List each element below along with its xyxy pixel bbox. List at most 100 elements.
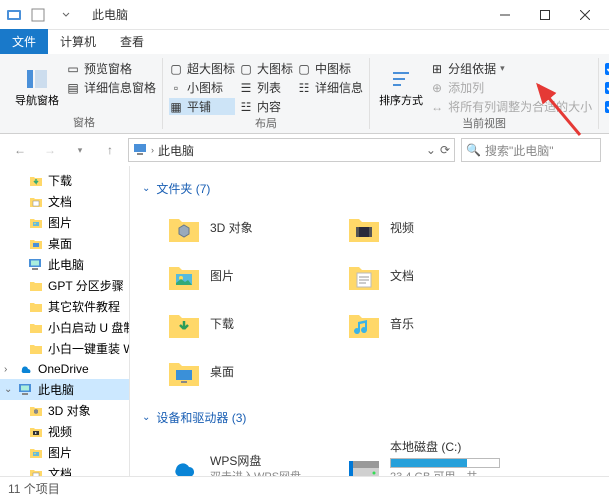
- details-pane-button[interactable]: ▤详细信息窗格: [66, 79, 156, 96]
- sidebar-item-6[interactable]: 其它软件教程: [0, 296, 129, 317]
- layout-content[interactable]: ☳内容: [239, 98, 293, 115]
- tab-file[interactable]: 文件: [0, 29, 48, 54]
- expand-icon[interactable]: ⌄: [4, 384, 14, 395]
- content-item-0-1[interactable]: 视频: [342, 207, 502, 251]
- checkbox-item-boxes[interactable]: 项目复选框: [605, 60, 609, 77]
- minimize-button[interactable]: [485, 1, 525, 29]
- item-icon-desktop: [166, 355, 202, 391]
- expand-icon[interactable]: ›: [4, 364, 14, 375]
- item-name: 文档: [390, 269, 414, 285]
- item-name: 本地磁盘 (C:): [390, 440, 500, 456]
- details-pane-icon: ▤: [66, 81, 80, 95]
- tree-label: 此电脑: [38, 381, 74, 398]
- layout-xl[interactable]: ▢超大图标: [169, 60, 235, 77]
- body: 下载文档图片桌面此电脑GPT 分区步骤其它软件教程小白启动 U 盘制作步小白一键…: [0, 166, 609, 476]
- layout-details[interactable]: ☷详细信息: [297, 79, 363, 96]
- tree-label: 3D 对象: [48, 402, 91, 419]
- tree-icon-pic: [28, 445, 44, 461]
- content-pane[interactable]: ⌄文件夹 (7) 3D 对象视频图片 文档下载 音乐桌面 ⌄设备和驱动器 (3) WPS网…: [130, 166, 609, 476]
- tree-icon-doc: [28, 466, 44, 477]
- qat-dropdown-icon[interactable]: [56, 5, 76, 25]
- tree-label: 视频: [48, 423, 72, 440]
- up-button[interactable]: ↑: [98, 138, 122, 162]
- autosize-button[interactable]: ↔将所有列调整为合适的大小: [430, 98, 592, 115]
- sidebar-item-12[interactable]: 视频: [0, 421, 129, 442]
- sidebar-item-14[interactable]: 文档: [0, 463, 129, 476]
- sidebar-item-7[interactable]: 小白启动 U 盘制作步: [0, 317, 129, 338]
- content-item-0-0[interactable]: 3D 对象: [162, 207, 322, 251]
- group-by-button[interactable]: ⊞分组依据▾: [430, 60, 592, 77]
- address-dropdown-icon[interactable]: ⌄: [426, 143, 436, 157]
- tree-icon-pc: [18, 382, 34, 398]
- sidebar-tree[interactable]: 下载文档图片桌面此电脑GPT 分区步骤其它软件教程小白启动 U 盘制作步小白一键…: [0, 166, 130, 476]
- qat-properties-icon[interactable]: [28, 5, 48, 25]
- back-button[interactable]: ←: [8, 138, 32, 162]
- group-header-0[interactable]: ⌄文件夹 (7): [142, 174, 597, 203]
- tree-label: 图片: [48, 444, 72, 461]
- tab-computer[interactable]: 计算机: [48, 29, 108, 54]
- tree-label: 小白启动 U 盘制作步: [48, 319, 130, 336]
- tree-label: 此电脑: [48, 256, 84, 273]
- autosize-icon: ↔: [430, 100, 444, 114]
- tree-icon-onedrive: [18, 361, 34, 377]
- content-item-1-0[interactable]: WPS网盘双击进入WPS网盘: [162, 436, 322, 476]
- status-text: 11 个项目: [8, 480, 60, 497]
- sidebar-item-9[interactable]: ›OneDrive: [0, 359, 129, 379]
- group-header-1[interactable]: ⌄设备和驱动器 (3): [142, 403, 597, 432]
- recent-button[interactable]: ▾: [68, 138, 92, 162]
- sidebar-item-2[interactable]: 图片: [0, 212, 129, 233]
- sidebar-item-1[interactable]: 文档: [0, 191, 129, 212]
- sidebar-item-10[interactable]: ⌄ 此电脑: [0, 379, 129, 400]
- sidebar-item-4[interactable]: 此电脑: [0, 254, 129, 275]
- sidebar-item-0[interactable]: 下载: [0, 170, 129, 191]
- content-item-0-4[interactable]: 下载: [162, 303, 322, 347]
- item-sub: 双击进入WPS网盘: [210, 470, 301, 476]
- sidebar-item-11[interactable]: 3D 对象: [0, 400, 129, 421]
- sidebar-item-8[interactable]: 小白一键重装 Win10: [0, 338, 129, 359]
- nav-pane-button[interactable]: 导航窗格: [12, 58, 62, 114]
- tree-icon-desktop: [28, 236, 44, 252]
- quick-access-toolbar: [28, 5, 80, 25]
- window-title: 此电脑: [92, 6, 128, 23]
- preview-pane-button[interactable]: ▭预览窗格: [66, 60, 156, 77]
- tree-label: GPT 分区步骤: [48, 277, 124, 294]
- breadcrumb[interactable]: 此电脑: [158, 142, 194, 159]
- layout-s[interactable]: ▫小图标: [169, 79, 235, 96]
- tab-view[interactable]: 查看: [108, 29, 156, 54]
- item-name: 下载: [210, 317, 234, 333]
- refresh-button[interactable]: ⟳: [440, 143, 450, 157]
- sort-button[interactable]: 排序方式: [376, 58, 426, 114]
- sidebar-item-13[interactable]: 图片: [0, 442, 129, 463]
- chevron-down-icon: ⌄: [142, 412, 150, 423]
- tiles-icon: ▦: [169, 100, 183, 114]
- address-input[interactable]: › 此电脑 ⌄ ⟳: [128, 138, 455, 162]
- tree-icon-folder: [28, 341, 44, 357]
- xl-icon: ▢: [169, 62, 183, 76]
- layout-tiles[interactable]: ▦平铺: [169, 98, 235, 115]
- chevron-down-icon: ⌄: [142, 183, 150, 194]
- forward-button[interactable]: →: [38, 138, 62, 162]
- content-item-0-2[interactable]: 图片: [162, 255, 322, 299]
- maximize-button[interactable]: [525, 1, 565, 29]
- sidebar-item-3[interactable]: 桌面: [0, 233, 129, 254]
- content-item-0-5[interactable]: 音乐: [342, 303, 502, 347]
- sort-icon: [387, 65, 415, 93]
- content-item-0-6[interactable]: 桌面: [162, 351, 322, 395]
- item-icon-wps: [166, 451, 202, 476]
- content-item-0-3[interactable]: 文档: [342, 255, 502, 299]
- checkbox-hidden-items[interactable]: 隐藏的项目: [605, 98, 609, 115]
- list-icon: ☰: [239, 81, 253, 95]
- search-input[interactable]: 🔍 搜索"此电脑": [461, 138, 601, 162]
- addcol-icon: ⊕: [430, 81, 444, 95]
- group-icon: ⊞: [430, 62, 444, 76]
- close-button[interactable]: [565, 1, 605, 29]
- item-name: WPS网盘: [210, 454, 301, 470]
- layout-m[interactable]: ▢中图标: [297, 60, 363, 77]
- nav-pane-icon: [23, 65, 51, 93]
- sidebar-item-5[interactable]: GPT 分区步骤: [0, 275, 129, 296]
- add-columns-button[interactable]: ⊕添加列: [430, 79, 592, 96]
- content-item-1-1[interactable]: 本地磁盘 (C:)23.4 GB 可用，共 80.0 GB: [342, 436, 502, 476]
- layout-l[interactable]: ▢大图标: [239, 60, 293, 77]
- checkbox-extensions[interactable]: 文件扩展名: [605, 79, 609, 96]
- layout-list[interactable]: ☰列表: [239, 79, 293, 96]
